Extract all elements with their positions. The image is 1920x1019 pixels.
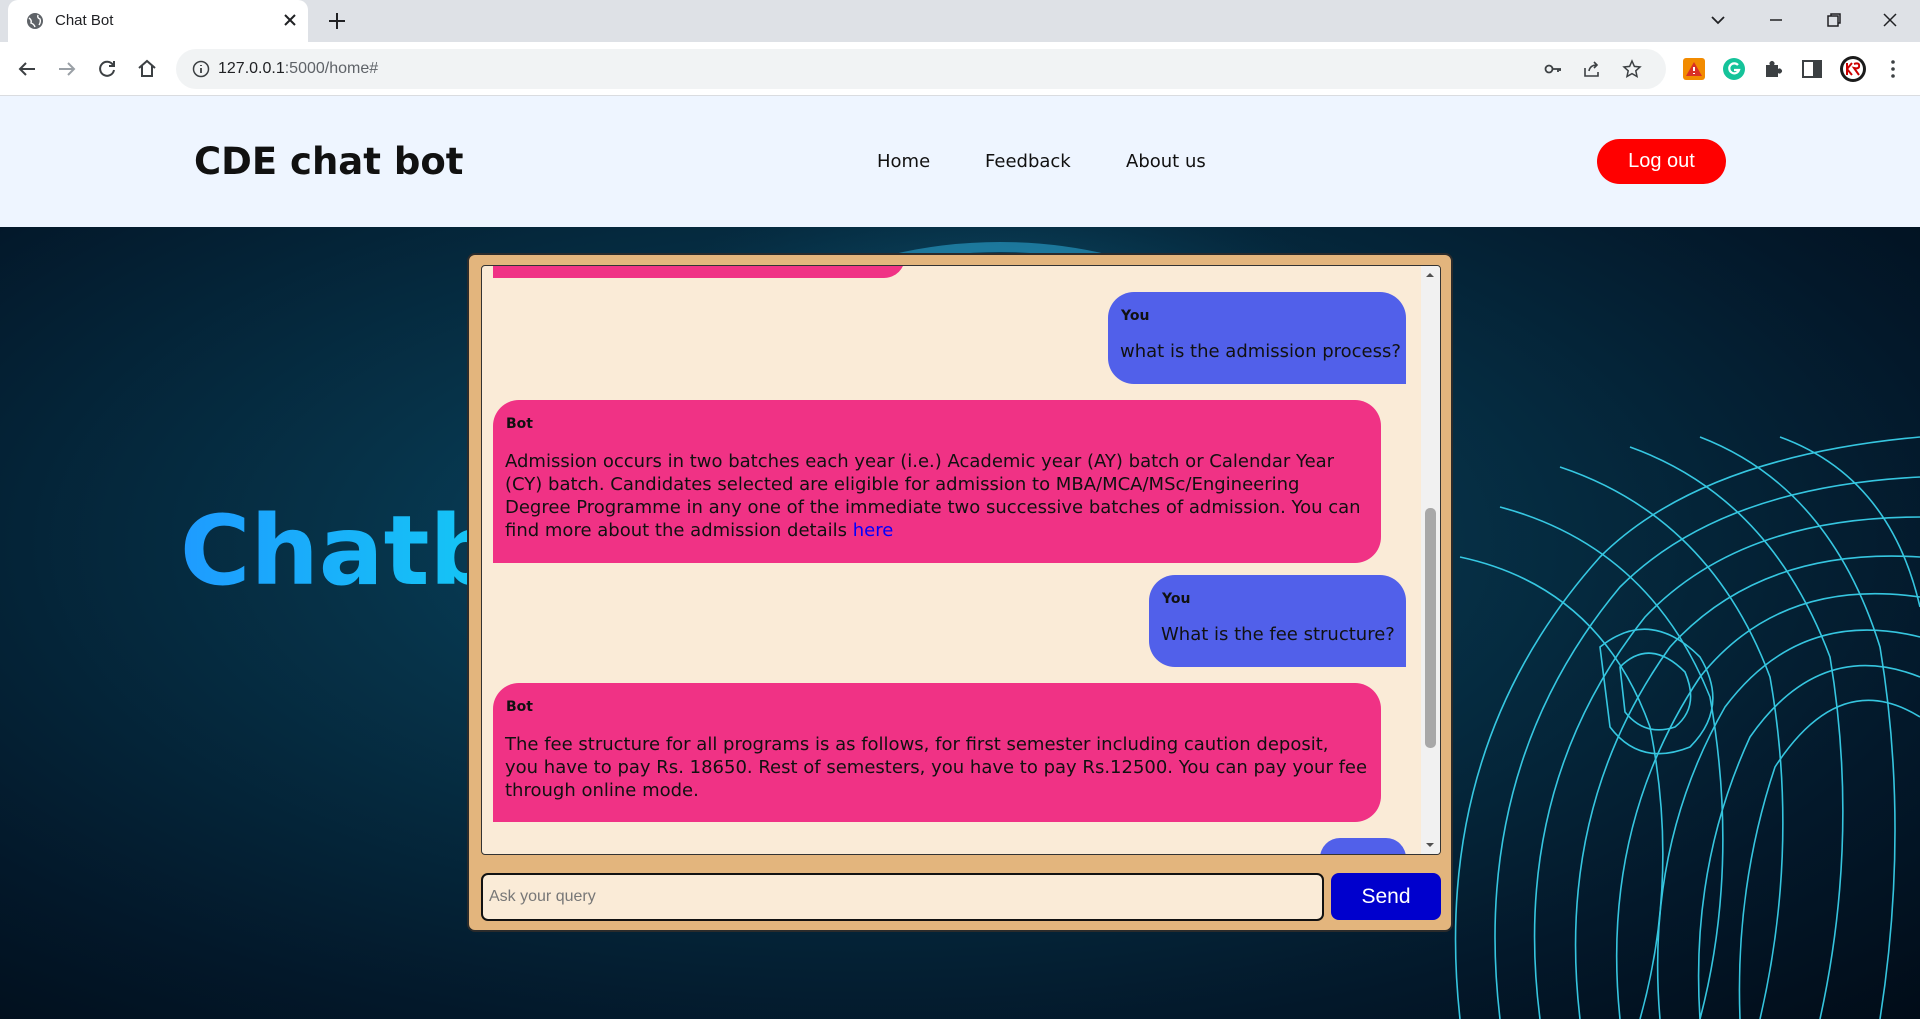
chat-log[interactable]: You what is the admission process? Bot A… [481, 265, 1441, 855]
key-icon[interactable] [1543, 59, 1563, 79]
message-line: you have to pay Rs. 18650. Rest of semes… [505, 757, 1368, 778]
tab-title: Chat Bot [55, 12, 114, 29]
message-text: What is the fee structure? [1161, 624, 1395, 645]
chat-message-bot: Bot Admission occurs in two batches each… [493, 400, 1381, 563]
scroll-up-arrow-icon[interactable] [1425, 270, 1435, 280]
more-menu-icon[interactable] [1881, 57, 1905, 81]
message-line: find more about the admission details he… [505, 519, 1361, 542]
chat-scroll-thumb[interactable] [1425, 508, 1436, 748]
browser-tabstrip: Chat Bot [0, 0, 1920, 42]
url-path: :5000/home# [284, 60, 379, 77]
message-sender: Bot [506, 699, 533, 715]
message-sender: Bot [506, 416, 533, 432]
message-sender: You [1121, 308, 1150, 324]
query-input[interactable] [481, 873, 1324, 921]
chat-scrollbar[interactable] [1421, 266, 1440, 854]
side-panel-icon[interactable] [1800, 57, 1824, 81]
forward-icon[interactable] [55, 57, 79, 81]
nav-about-us[interactable]: About us [1126, 151, 1206, 172]
logout-button[interactable]: Log out [1597, 139, 1726, 184]
message-line: Degree Programme in any one of the immed… [505, 497, 1361, 518]
site-brand: CDE chat bot [194, 140, 464, 183]
url-host: 127.0.0.1 [218, 60, 285, 77]
message-line: (CY) batch. Candidates selected are elig… [505, 474, 1300, 495]
message-text: Admission occurs in two batches each yea… [505, 450, 1361, 542]
restore-icon[interactable] [1822, 8, 1846, 32]
chat-message-user: You what is the admission process? [1108, 292, 1406, 384]
address-bar[interactable]: 127.0.0.1:5000/home# [176, 49, 1666, 89]
message-text: what is the admission process? [1120, 341, 1401, 362]
message-line: through online mode. [505, 780, 699, 801]
site-info-icon[interactable] [192, 60, 210, 78]
browser-toolbar: 127.0.0.1:5000/home# [0, 42, 1920, 96]
bookmark-star-icon[interactable] [1622, 59, 1642, 79]
chat-window: You what is the admission process? Bot A… [467, 253, 1453, 932]
url-text: 127.0.0.1:5000/home# [218, 60, 378, 78]
minimize-icon[interactable] [1764, 8, 1788, 32]
home-icon[interactable] [135, 57, 159, 81]
reload-icon[interactable] [95, 57, 119, 81]
browser-tab[interactable]: Chat Bot [8, 0, 308, 42]
admission-details-link[interactable]: here [853, 520, 894, 541]
chat-message-bot-partial [493, 266, 905, 278]
message-line: The fee structure for all programs is as… [505, 734, 1329, 755]
new-tab-icon[interactable] [326, 10, 348, 32]
message-line: Admission occurs in two batches each yea… [505, 451, 1335, 472]
scroll-down-arrow-icon[interactable] [1425, 840, 1435, 850]
globe-icon [27, 13, 43, 29]
send-button[interactable]: Send [1331, 873, 1441, 920]
message-sender: You [1162, 591, 1191, 607]
close-window-icon[interactable] [1878, 8, 1902, 32]
tab-search-icon[interactable] [1706, 8, 1730, 32]
back-icon[interactable] [15, 57, 39, 81]
chat-message-user-partial [1320, 838, 1406, 854]
close-tab-icon[interactable] [280, 10, 300, 30]
grammarly-icon[interactable] [1722, 57, 1746, 81]
message-text: The fee structure for all programs is as… [505, 733, 1367, 802]
chat-message-user: You What is the fee structure? [1149, 575, 1406, 667]
extension-warning-icon[interactable] [1682, 57, 1706, 81]
nav-feedback[interactable]: Feedback [985, 151, 1071, 172]
nav-home[interactable]: Home [877, 151, 930, 172]
profile-avatar[interactable] [1839, 55, 1867, 83]
chat-message-bot: Bot The fee structure for all programs i… [493, 683, 1381, 822]
web-page: CDE chat bot Home Feedback About us Log … [0, 96, 1920, 1019]
site-navbar: CDE chat bot Home Feedback About us Log … [0, 96, 1920, 227]
extensions-puzzle-icon[interactable] [1761, 57, 1785, 81]
share-icon[interactable] [1582, 59, 1602, 79]
message-line-text: find more about the admission details [505, 520, 853, 541]
